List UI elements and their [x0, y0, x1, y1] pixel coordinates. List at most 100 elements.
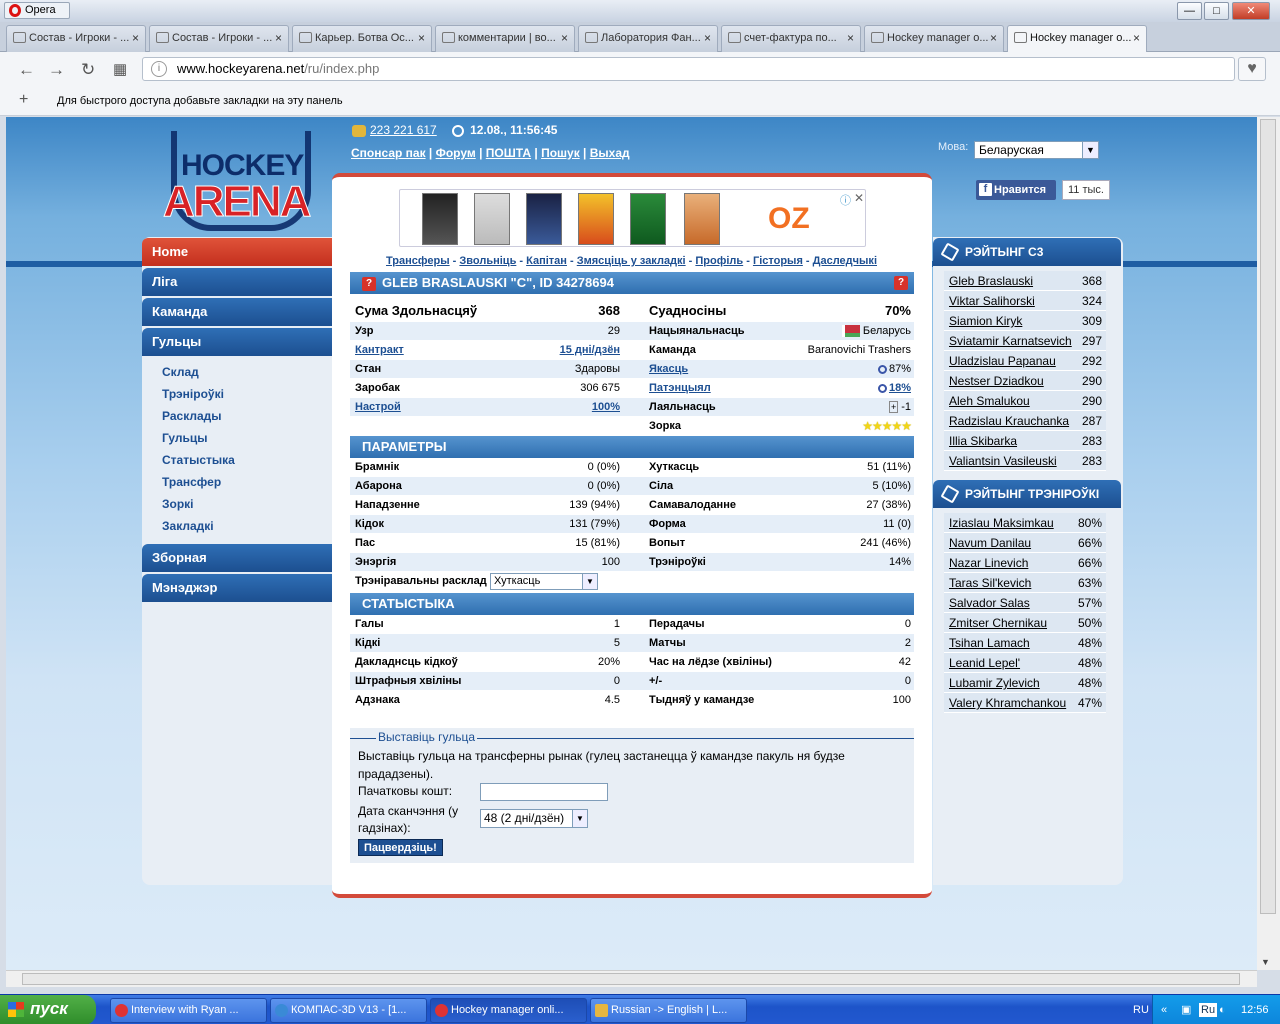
player-name-link[interactable]: Navum Danilau [949, 533, 1031, 553]
profile-link[interactable]: Профіль [695, 255, 743, 267]
scrollbar-thumb[interactable] [1260, 119, 1276, 914]
language-select[interactable]: Беларуская ▼ [974, 141, 1099, 159]
hockey-arena-logo[interactable]: HOCKEY ARENA [161, 131, 321, 239]
vertical-scrollbar[interactable]: ▲▼ [1257, 117, 1280, 970]
taskbar-item[interactable]: Russian -> English | L... [590, 998, 747, 1023]
player-name-link[interactable]: Taras Sil'kevich [949, 573, 1031, 593]
submenu-schedules[interactable]: Расклады [162, 409, 222, 423]
info-label[interactable]: Якасць [649, 360, 688, 379]
horizontal-scrollbar[interactable] [6, 970, 1257, 987]
tab-close-icon[interactable]: × [132, 26, 139, 51]
player-name-link[interactable]: Radzislau Krauchanka [949, 411, 1069, 431]
browser-tab[interactable]: Лаборатория Фан... × [578, 25, 718, 52]
tray-folder-icon[interactable]: ▣ [1181, 995, 1191, 1024]
tab-close-icon[interactable]: × [990, 26, 997, 51]
add-bookmark-link[interactable]: Змясціць у закладкі [577, 255, 686, 267]
bookmark-heart-icon[interactable]: ♥ [1238, 57, 1266, 81]
forward-arrow-icon[interactable]: → [48, 60, 65, 80]
submenu-training[interactable]: Трэніроўкі [162, 387, 224, 401]
tab-close-icon[interactable]: × [561, 26, 568, 51]
plus-icon[interactable]: + [888, 401, 899, 413]
submenu-roster[interactable]: Склад [162, 365, 199, 379]
menu-home[interactable]: Home [142, 238, 332, 266]
help-icon[interactable]: ? [894, 276, 908, 290]
browser-tab[interactable]: комментарии | во... × [435, 25, 575, 52]
mail-link[interactable]: ПОШТА [486, 146, 531, 160]
minimize-button[interactable]: — [1177, 2, 1202, 20]
info-label[interactable]: Настрой [355, 398, 401, 417]
add-bookmark-plus-icon[interactable]: + [19, 91, 28, 109]
menu-players[interactable]: Гульцы [142, 328, 332, 356]
confirm-sell-button[interactable]: Пацвердзіць! [358, 839, 443, 856]
browser-tab[interactable]: Карьер. Ботва Ос... × [292, 25, 432, 52]
browser-tab[interactable]: Hockey manager o... × [864, 25, 1004, 52]
player-name-link[interactable]: Nazar Linevich [949, 553, 1028, 573]
close-window-button[interactable]: ✕ [1232, 2, 1270, 20]
money-link[interactable]: 223 221 617 [370, 123, 437, 137]
menu-national-team[interactable]: Зборная [142, 544, 332, 572]
player-name-link[interactable]: Aleh Smalukou [949, 391, 1030, 411]
taskbar-item[interactable]: Interview with Ryan ... [110, 998, 267, 1023]
ad-info-icon[interactable]: ⓘ [840, 192, 851, 208]
opera-menu-button[interactable]: Opera [4, 2, 70, 19]
info-label[interactable]: Кантракт [355, 341, 404, 360]
browser-tab[interactable]: счет-фактура по... × [721, 25, 861, 52]
advertisement-banner[interactable]: OZ ⓘ ✕ [399, 189, 866, 247]
submenu-bookmarks[interactable]: Закладкі [162, 519, 214, 533]
browser-tab-active[interactable]: Hockey manager o... × [1007, 25, 1147, 52]
player-name-link[interactable]: Leanid Lepel' [949, 653, 1020, 673]
player-name-link[interactable]: Valery Khramchankou [949, 693, 1066, 713]
logout-link[interactable]: Выхад [590, 146, 630, 160]
player-name-link[interactable]: Salvador Salas [949, 593, 1030, 613]
tab-close-icon[interactable]: × [275, 26, 282, 51]
player-name-link[interactable]: Lubamir Zylevich [949, 673, 1040, 693]
player-name-link[interactable]: Sviatamir Karnatsevich [949, 331, 1072, 351]
tab-close-icon[interactable]: × [1133, 26, 1140, 51]
player-name-link[interactable]: Valiantsin Vasileuski [949, 451, 1057, 471]
submenu-stars[interactable]: Зоркі [162, 497, 194, 511]
browser-tab[interactable]: Состав - Игроки - ... × [149, 25, 289, 52]
maximize-button[interactable]: □ [1204, 2, 1229, 20]
submenu-players[interactable]: Гульцы [162, 431, 208, 445]
menu-team[interactable]: Каманда [142, 298, 332, 326]
tab-close-icon[interactable]: × [847, 26, 854, 51]
player-name-link[interactable]: Zmitser Chernikau [949, 613, 1047, 633]
forum-link[interactable]: Форум [436, 146, 476, 160]
fire-link[interactable]: Звольніць [459, 255, 516, 267]
menu-league[interactable]: Ліга [142, 268, 332, 296]
back-arrow-icon[interactable]: ← [18, 60, 35, 80]
browser-tab[interactable]: Состав - Игроки - ... × [6, 25, 146, 52]
input-language-indicator[interactable]: RU [1133, 995, 1149, 1024]
site-info-icon[interactable]: i [151, 61, 167, 77]
submenu-transfer[interactable]: Трансфер [162, 475, 221, 489]
scrollbar-thumb[interactable] [22, 973, 1240, 985]
tray-arrow-icon[interactable]: « [1161, 995, 1167, 1024]
start-price-input[interactable] [480, 783, 608, 801]
tray-language-icon[interactable]: Ru [1199, 1003, 1218, 1017]
captain-link[interactable]: Капітан [526, 255, 567, 267]
submenu-statistics[interactable]: Статыстыка [162, 453, 235, 467]
player-name-link[interactable]: Iziaslau Maksimkau [949, 513, 1054, 533]
player-name-link[interactable]: Uladzislau Papanau [949, 351, 1056, 371]
info-value[interactable]: 100% [500, 398, 620, 417]
end-date-select[interactable]: 48 (2 дні/дзён) ▼ [480, 809, 588, 828]
player-name-link[interactable]: Nestser Dziadkou [949, 371, 1044, 391]
player-name-link[interactable]: Illia Skibarka [949, 431, 1017, 451]
tray-network-icon[interactable]: ◐ [1219, 995, 1226, 1024]
player-name-link[interactable]: Tsihan Lamach [949, 633, 1030, 653]
tab-close-icon[interactable]: × [704, 26, 711, 51]
info-value[interactable]: 15 дні/дзён [500, 341, 620, 360]
taskbar-item-active[interactable]: Hockey manager onli... [430, 998, 587, 1023]
info-label[interactable]: Патэнцыял [649, 379, 711, 398]
tab-close-icon[interactable]: × [418, 26, 425, 51]
sponsor-pack-link[interactable]: Спонсар пак [351, 146, 426, 160]
start-button[interactable]: пуск [0, 995, 96, 1024]
taskbar-item[interactable]: КОМПАС-3D V13 - [1... [270, 998, 427, 1023]
scroll-down-icon[interactable]: ▼ [1261, 957, 1270, 967]
player-name-link[interactable]: Viktar Salihorski [949, 291, 1035, 311]
transfers-link[interactable]: Трансферы [386, 255, 450, 267]
player-name-link[interactable]: Siamion Kiryk [949, 311, 1022, 331]
player-name-link[interactable]: Gleb Braslauski [949, 271, 1033, 291]
menu-manager[interactable]: Мэнэджэр [142, 574, 332, 602]
help-icon[interactable]: ? [362, 276, 376, 291]
